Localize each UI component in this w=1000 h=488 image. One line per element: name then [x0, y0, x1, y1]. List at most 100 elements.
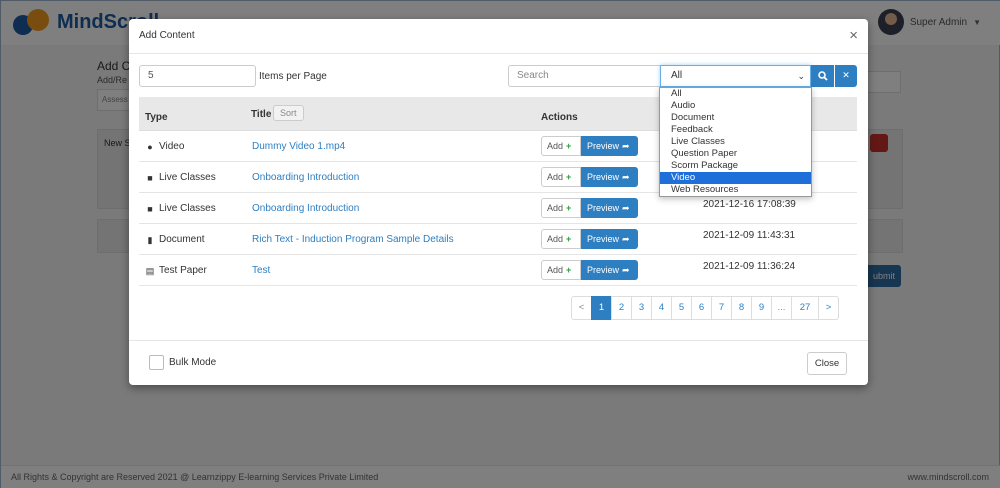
row-type-label: Document [159, 234, 205, 245]
page-button-5[interactable]: 5 [671, 296, 692, 320]
content-type-selected: All [671, 70, 683, 81]
row-type-label: Video [159, 141, 185, 152]
share-arrow-icon: ➦ [622, 141, 630, 151]
close-button[interactable]: Close [807, 352, 847, 375]
preview-button[interactable]: Preview ➦ [581, 167, 638, 187]
dropdown-option-audio[interactable]: Audio [660, 100, 811, 112]
add-button[interactable]: Add + [541, 260, 581, 280]
close-icon: ✕ [842, 70, 850, 80]
add-label: Add [547, 141, 564, 151]
row-title-link[interactable]: Test [252, 265, 270, 276]
page-prev-button[interactable]: < [571, 296, 592, 320]
dropdown-option-feedback[interactable]: Feedback [660, 124, 811, 136]
table-row: ■ Live Classes Onboarding Introduction A… [139, 193, 857, 224]
share-arrow-icon: ➦ [622, 234, 630, 244]
page-button-last[interactable]: 27 [791, 296, 819, 320]
row-date: 2021-12-16 17:08:39 [703, 199, 796, 210]
search-button[interactable] [811, 65, 834, 87]
row-date: 2021-12-09 11:36:24 [703, 261, 796, 272]
column-type: Type [145, 112, 168, 123]
share-arrow-icon: ➦ [622, 203, 630, 213]
close-icon[interactable]: × [849, 27, 858, 44]
row-type: ▮ Document [145, 234, 205, 245]
search-input[interactable]: Search [508, 65, 660, 87]
preview-button[interactable]: Preview ➦ [581, 260, 638, 280]
add-content-modal: Add Content × 5 Items per Page Search Al… [129, 19, 868, 385]
share-arrow-icon: ➦ [622, 172, 630, 182]
dropdown-option-all[interactable]: All [660, 88, 811, 100]
preview-button[interactable]: Preview ➦ [581, 198, 638, 218]
items-per-page-label: Items per Page [259, 71, 327, 82]
plus-icon: + [566, 234, 572, 244]
preview-label: Preview [587, 203, 620, 213]
modal-header: Add Content × [129, 19, 868, 54]
page-button-8[interactable]: 8 [731, 296, 752, 320]
share-arrow-icon: ➦ [622, 265, 630, 275]
row-type-label: Live Classes [159, 172, 216, 183]
preview-button[interactable]: Preview ➦ [581, 229, 638, 249]
table-row: ▮ Document Rich Text - Induction Program… [139, 224, 857, 255]
list-alt-icon: ▤ [145, 265, 155, 276]
column-title: Title [251, 109, 272, 120]
row-title-link[interactable]: Onboarding Introduction [252, 172, 359, 183]
content-type-select[interactable]: All ⌄ [660, 65, 811, 87]
bulk-mode-checkbox[interactable] [149, 355, 164, 370]
row-title-link[interactable]: Rich Text - Induction Program Sample Det… [252, 234, 454, 245]
preview-label: Preview [587, 265, 620, 275]
add-button[interactable]: Add + [541, 136, 581, 156]
play-circle-icon: ● [147, 141, 153, 152]
row-type: ■ Live Classes [145, 172, 216, 183]
video-camera-icon: ■ [147, 203, 153, 214]
page-button-4[interactable]: 4 [651, 296, 672, 320]
page-button-7[interactable]: 7 [711, 296, 732, 320]
row-type: ● Video [145, 141, 184, 152]
add-button[interactable]: Add + [541, 229, 581, 249]
items-per-page-input[interactable]: 5 [139, 65, 256, 87]
dropdown-option-document[interactable]: Document [660, 112, 811, 124]
page-button-6[interactable]: 6 [691, 296, 712, 320]
chevron-down-icon: ⌄ [797, 71, 805, 81]
page-button-1[interactable]: 1 [591, 296, 612, 320]
modal-footer: Bulk Mode Close [129, 340, 868, 385]
row-title-link[interactable]: Onboarding Introduction [252, 203, 359, 214]
page-button-9[interactable]: 9 [751, 296, 772, 320]
clear-search-button[interactable]: ✕ [835, 65, 857, 87]
add-label: Add [547, 265, 564, 275]
page-ellipsis: ... [771, 296, 792, 320]
preview-label: Preview [587, 234, 620, 244]
dropdown-option-scorm-package[interactable]: Scorm Package [660, 160, 811, 172]
bulk-mode-label: Bulk Mode [169, 357, 217, 368]
plus-icon: + [566, 265, 572, 275]
row-title-link[interactable]: Dummy Video 1.mp4 [252, 141, 345, 152]
dropdown-option-web-resources[interactable]: Web Resources [660, 184, 811, 196]
plus-icon: + [566, 203, 572, 213]
preview-button[interactable]: Preview ➦ [581, 136, 638, 156]
add-label: Add [547, 172, 564, 182]
page-button-2[interactable]: 2 [611, 296, 632, 320]
modal-title: Add Content [139, 30, 195, 41]
book-icon: ▮ [147, 234, 153, 245]
add-label: Add [547, 234, 564, 244]
preview-label: Preview [587, 141, 620, 151]
row-type: ▤ Test Paper [145, 265, 207, 276]
sort-button[interactable]: Sort [273, 105, 304, 121]
plus-icon: + [566, 141, 572, 151]
page-button-3[interactable]: 3 [631, 296, 652, 320]
pagination: < 1 2 3 4 5 6 7 8 9 ... 27 > [571, 296, 839, 320]
video-camera-icon: ■ [147, 172, 153, 183]
add-button[interactable]: Add + [541, 167, 581, 187]
row-date: 2021-12-09 11:43:31 [703, 230, 796, 241]
add-button[interactable]: Add + [541, 198, 581, 218]
plus-icon: + [566, 172, 572, 182]
column-actions: Actions [541, 112, 578, 123]
row-type-label: Test Paper [159, 265, 207, 276]
dropdown-option-live-classes[interactable]: Live Classes [660, 136, 811, 148]
table-row: ▤ Test Paper Test Add + Preview ➦ 2021-12-… [139, 255, 857, 286]
add-label: Add [547, 203, 564, 213]
dropdown-option-question-paper[interactable]: Question Paper [660, 148, 811, 160]
preview-label: Preview [587, 172, 620, 182]
row-type: ■ Live Classes [145, 203, 216, 214]
row-type-label: Live Classes [159, 203, 216, 214]
page-next-button[interactable]: > [818, 296, 839, 320]
dropdown-option-video[interactable]: Video [660, 172, 811, 184]
